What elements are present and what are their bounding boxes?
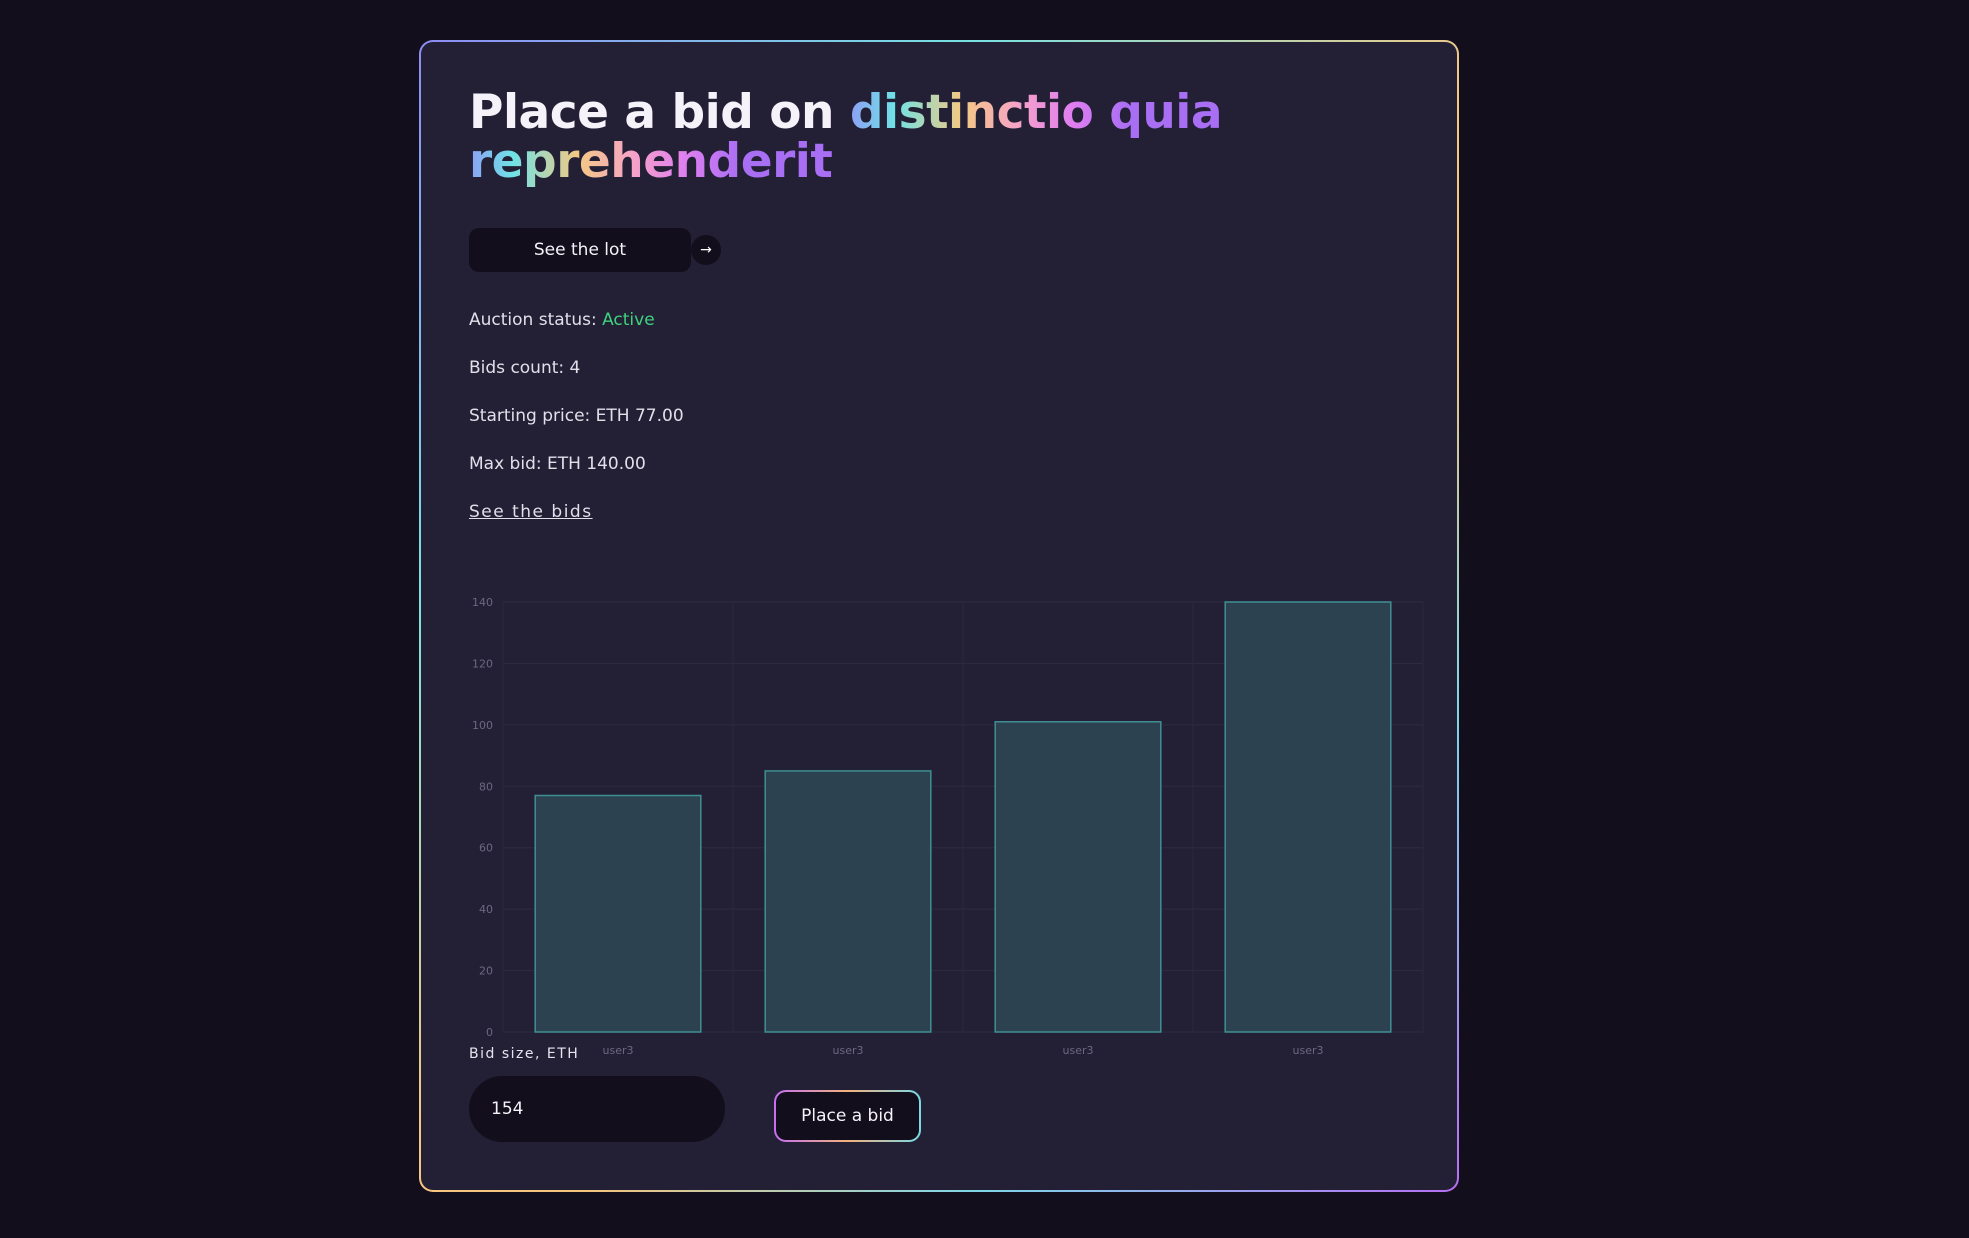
page-title: Place a bid on distinctio quia reprehend… <box>469 88 1369 186</box>
bar <box>994 721 1162 1033</box>
y-tick-label: 140 <box>472 596 493 609</box>
bar <box>1224 601 1392 1033</box>
auction-status: Auction status: Active <box>469 310 655 330</box>
bid-size-label: Bid size, ETH <box>469 1046 580 1062</box>
y-tick-label: 40 <box>479 903 493 916</box>
y-tick-label: 60 <box>479 842 493 855</box>
bids-count: Bids count: 4 <box>469 358 581 378</box>
arrow-right-icon[interactable]: → <box>691 235 721 265</box>
y-tick-label: 20 <box>479 965 493 978</box>
x-tick-label: user3 <box>1293 1044 1324 1057</box>
x-tick-label: user3 <box>1063 1044 1094 1057</box>
place-bid-button[interactable]: Place a bid <box>776 1092 919 1140</box>
x-tick-label: user3 <box>833 1044 864 1057</box>
title-prefix: Place a bid on <box>469 85 834 140</box>
y-tick-label: 0 <box>486 1026 493 1039</box>
bid-card-body: Place a bid on distinctio quia reprehend… <box>421 42 1457 1190</box>
place-bid-button-frame: Place a bid <box>774 1090 921 1142</box>
bids-chart: 0 20 40 60 80 100 120 140 user3 user3 user3 user3 <box>472 596 1424 1057</box>
lot-name-line2: reprehenderit <box>469 134 833 189</box>
y-tick-label: 80 <box>479 780 493 793</box>
see-lot-button[interactable]: See the lot <box>469 228 691 272</box>
x-tick-label: user3 <box>603 1044 634 1057</box>
bar <box>764 770 932 1033</box>
bid-size-input[interactable] <box>469 1076 725 1142</box>
lot-name-line1: distinctio quia <box>849 85 1223 140</box>
max-bid: Max bid: ETH 140.00 <box>469 454 646 474</box>
auction-status-label: Auction status: <box>469 310 597 330</box>
see-bids-link[interactable]: See the bids <box>469 502 593 522</box>
y-tick-label: 120 <box>472 657 493 670</box>
starting-price: Starting price: ETH 77.00 <box>469 406 684 426</box>
bar <box>534 794 702 1033</box>
y-tick-label: 100 <box>472 719 493 732</box>
status-badge: Active <box>602 310 655 330</box>
bid-card: Place a bid on distinctio quia reprehend… <box>419 40 1459 1192</box>
